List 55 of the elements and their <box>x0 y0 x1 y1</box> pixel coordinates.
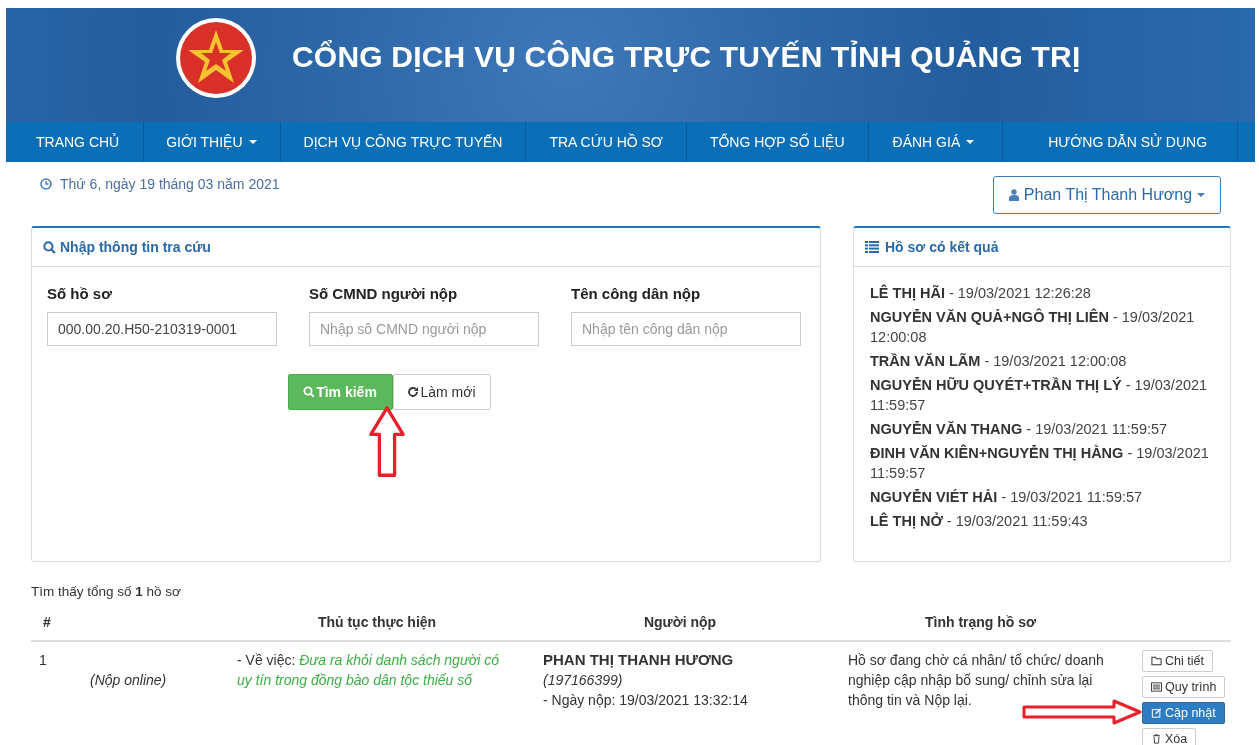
update-button[interactable]: Cập nhật <box>1142 702 1225 724</box>
reset-button[interactable]: Làm mới <box>392 374 491 410</box>
list-icon <box>865 241 879 253</box>
portal-title: CỔNG DỊCH VỤ CÔNG TRỰC TUYẾN TỈNH QUẢNG TRỊ <box>292 40 1081 74</box>
input-field[interactable]: Nhập tên công dân nộp <box>571 312 801 346</box>
result-count: Tìm thấy tổng số 1 hồ sơ <box>30 583 182 601</box>
panel-title: Nhập thông tin tra cứu <box>60 239 211 255</box>
user-icon <box>1008 189 1019 201</box>
result-entry[interactable]: NGUYỄN VIÉT HẢI - 19/03/2021 11:59:57 <box>870 487 1220 507</box>
result-entry[interactable]: TRẦN VĂN LÃM - 19/03/2021 12:00:08 <box>870 351 1220 371</box>
applicant-name: PHAN THỊ THANH HƯƠNG <box>543 650 735 670</box>
nav-item[interactable]: TRA CỨU HỒ SƠ <box>526 122 687 162</box>
nav-item[interactable]: TRANG CHỦ <box>6 122 145 162</box>
star-logo-icon <box>174 16 258 100</box>
nav-item[interactable]: DỊCH VỤ CÔNG TRỰC TUYẾN <box>280 122 527 162</box>
caret-icon <box>1197 193 1206 197</box>
date-text: Thứ 6, ngày 19 tháng 03 năm 2021 <box>60 176 280 192</box>
column-header: Thủ tục thực hiện <box>316 614 438 630</box>
applicant-id: (197166399) <box>543 671 624 690</box>
result-entry[interactable]: NGUYỄN VĂN THANG - 19/03/2021 11:59:57 <box>870 419 1220 439</box>
result-entry[interactable]: ĐINH VĂN KIÊN+NGUYỄN THỊ HẰNG - 19/03/2021 11:59:57 <box>870 443 1220 483</box>
input-field[interactable]: Nhập sô CMND người nộp <box>309 312 539 346</box>
result-entry[interactable]: LÊ THỊ NỞ - 19/03/2021 11:59:43 <box>870 511 1220 531</box>
field-label: Số CMND người nộp <box>309 285 459 302</box>
column-header: Tình trạng hồ sơ <box>923 614 1038 630</box>
nav-item[interactable]: TỔNG HỢP SỐ LIỆU <box>686 122 869 162</box>
submission-date: - Ngày nộp: 19/03/2021 13:32:14 <box>543 691 749 710</box>
panel-title: Hồ sơ có kết quả <box>885 239 999 255</box>
edit-icon <box>1151 708 1162 718</box>
process-button[interactable]: Quy trình <box>1142 676 1226 698</box>
field-label: Số hồ sơ <box>47 285 113 302</box>
delete-button[interactable]: Xóa <box>1142 728 1197 745</box>
search-icon <box>303 386 316 398</box>
trash-icon <box>1151 734 1162 744</box>
user-menu-button[interactable]: Phan Thị Thanh Hương <box>993 176 1221 214</box>
search-icon <box>43 240 56 254</box>
column-header: Người nộp <box>642 614 718 630</box>
nav-item[interactable]: ĐÁNH GIÁ <box>868 122 1004 162</box>
input-field[interactable]: 000.00.20.H50-210319-0001 <box>47 312 277 346</box>
result-entry[interactable]: LÊ THỊ HÃI - 19/03/2021 12:26:28 <box>870 283 1220 303</box>
column-header: # <box>42 614 52 630</box>
procedure-text: - Về việc: Đưa ra khỏi danh sách người có uy tín trong đồng bào dân tộc thiểu số <box>236 651 500 690</box>
folder-icon <box>1151 656 1162 666</box>
nav-item[interactable]: HƯỚNG DẪN SỬ DỤNG <box>1003 122 1239 162</box>
detail-button[interactable]: Chi tiết <box>1142 650 1213 672</box>
result-entry[interactable]: NGUYỄN VĂN QUẢ+NGÔ THỊ LIÊN - 19/03/2021 12:00:08 <box>870 307 1220 347</box>
list-icon <box>1151 682 1162 692</box>
channel-text: (Nộp online) <box>89 671 168 690</box>
field-label: Tên công dân nộp <box>571 285 702 302</box>
table-cell-text: 1 <box>38 651 48 670</box>
refresh-icon <box>407 386 420 398</box>
result-entry[interactable]: NGUYỄN HỮU QUYÉT+TRẦN THỊ LÝ - 19/03/2021 11:59:57 <box>870 375 1220 415</box>
nav-item[interactable]: GIỚI THIỆU <box>144 122 281 162</box>
clock-icon <box>40 178 52 190</box>
status-text: Hồ sơ đang chờ cá nhân/ tổ chức/ doanh nghiệp cập nhập bổ sung/ chỉnh sửa lại thông tin và Nộp lại. <box>848 652 1104 708</box>
